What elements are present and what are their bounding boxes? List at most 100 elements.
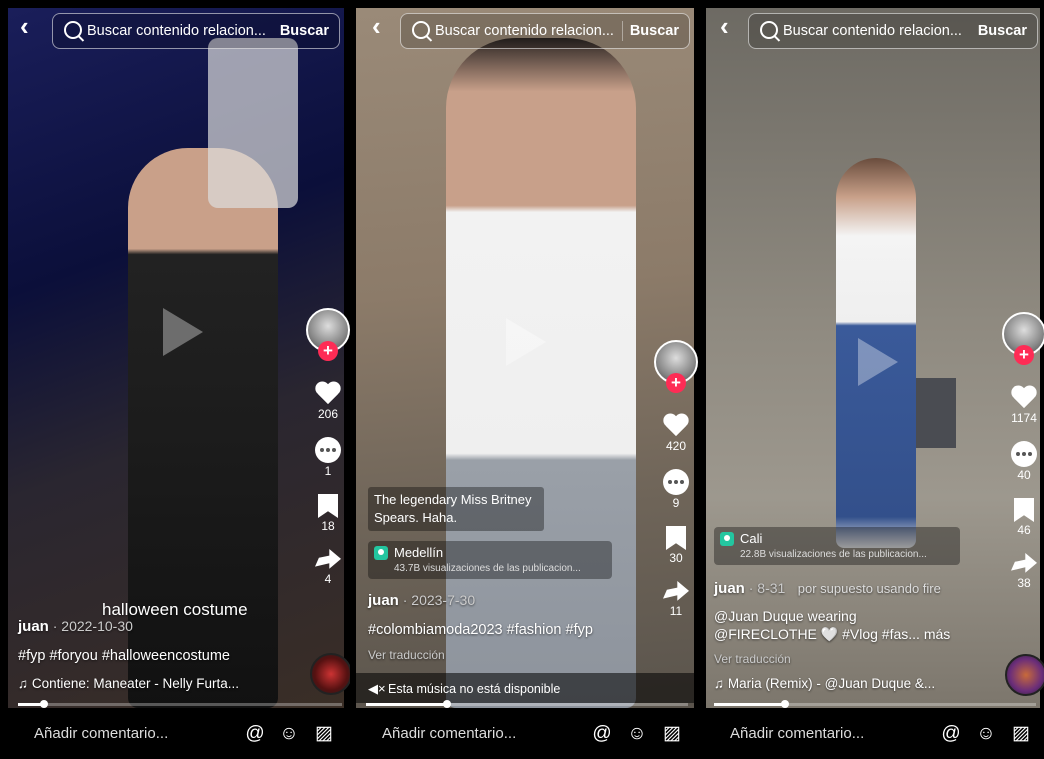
back-chevron-icon[interactable]: ‹ bbox=[372, 13, 386, 39]
comment-input[interactable]: Añadir comentario... bbox=[382, 725, 516, 742]
video-panel-1: halloween costume ‹ Buscar contenido rel… bbox=[0, 0, 350, 759]
comment-bar: Añadir comentario... @ ☺ ▨ bbox=[0, 709, 350, 759]
muted-speaker-icon: ◀× bbox=[368, 681, 386, 696]
post-date: · 8-31 bbox=[744, 580, 786, 596]
comment-input[interactable]: Añadir comentario... bbox=[730, 725, 864, 742]
follow-plus-icon[interactable]: + bbox=[318, 341, 338, 361]
location-tag[interactable]: Medellín 43.7B visualizaciones de las pu… bbox=[368, 541, 612, 579]
comment-icon[interactable] bbox=[315, 437, 341, 463]
at-icon[interactable]: @ bbox=[591, 723, 613, 745]
description-line-1[interactable]: @Juan Duque wearing bbox=[714, 608, 857, 624]
search-icon bbox=[760, 21, 778, 39]
music-bar: ◀× Esta música no está disponible bbox=[356, 673, 694, 703]
emoji-icon[interactable]: ☺ bbox=[975, 723, 997, 745]
hashtags[interactable]: #colombiamoda2023 #fashion #fyp bbox=[368, 622, 593, 638]
back-chevron-icon[interactable]: ‹ bbox=[20, 13, 34, 39]
at-icon[interactable]: @ bbox=[244, 723, 266, 745]
translate-link[interactable]: Ver traducción bbox=[368, 648, 445, 662]
heart-icon[interactable] bbox=[663, 414, 689, 438]
video-frame[interactable] bbox=[706, 8, 1040, 708]
progress-fill bbox=[366, 703, 447, 706]
location-views: 43.7B visualizaciones de las publicacion… bbox=[394, 563, 581, 574]
progress-knob[interactable] bbox=[39, 700, 48, 708]
music-disc-icon[interactable] bbox=[310, 653, 350, 695]
bookmark-icon[interactable] bbox=[1014, 498, 1034, 522]
search-input[interactable]: Buscar contenido relacion... bbox=[783, 23, 962, 39]
avatar[interactable]: + bbox=[654, 340, 698, 393]
sub-caption: por supuesto usando fire bbox=[797, 581, 941, 596]
search-bar[interactable]: Buscar contenido relacion... Buscar bbox=[52, 13, 340, 49]
emoji-icon[interactable]: ☺ bbox=[626, 723, 648, 745]
comment-icon[interactable] bbox=[1011, 441, 1037, 467]
image-icon[interactable]: ▨ bbox=[661, 723, 683, 745]
follow-plus-icon[interactable]: + bbox=[1014, 345, 1034, 365]
save-count: 18 bbox=[321, 519, 335, 533]
search-input[interactable]: Buscar contenido relacion... bbox=[435, 23, 614, 39]
video-frame[interactable]: halloween costume bbox=[8, 8, 344, 708]
bookmark-icon[interactable] bbox=[666, 526, 686, 550]
search-bar[interactable]: Buscar contenido relacion... Buscar bbox=[748, 13, 1038, 49]
play-icon bbox=[858, 338, 898, 386]
avatar[interactable]: + bbox=[1002, 312, 1044, 365]
search-icon bbox=[64, 21, 82, 39]
caption-text: The legendary Miss Britney Spears. Haha. bbox=[374, 492, 532, 525]
comment-input[interactable]: Añadir comentario... bbox=[34, 725, 168, 742]
author-line: juan · 2022-10-30 bbox=[18, 618, 133, 636]
search-input[interactable]: Buscar contenido relacion... bbox=[87, 23, 266, 39]
progress-knob[interactable] bbox=[442, 700, 451, 708]
translate-link[interactable]: Ver traducción bbox=[714, 652, 791, 666]
location-city: Cali bbox=[740, 531, 763, 546]
emoji-icon[interactable]: ☺ bbox=[278, 723, 300, 745]
follow-plus-icon[interactable]: + bbox=[666, 373, 686, 393]
share-icon[interactable] bbox=[315, 549, 341, 569]
music-label[interactable]: ♫ Maria (Remix) - @Juan Duque &... bbox=[714, 676, 935, 691]
bookmark-icon[interactable] bbox=[318, 494, 338, 518]
person-figure bbox=[128, 148, 278, 708]
save-count: 46 bbox=[1017, 523, 1031, 537]
video-panel-2: ‹ Buscar contenido relacion... Buscar + … bbox=[352, 0, 698, 759]
like-count: 1174 bbox=[1011, 411, 1037, 425]
search-button[interactable]: Buscar bbox=[630, 23, 679, 39]
progress-knob[interactable] bbox=[780, 700, 789, 708]
share-icon[interactable] bbox=[663, 581, 689, 601]
description-line-2[interactable]: @FIRECLOTHE 🤍 #Vlog #fas... más bbox=[714, 626, 950, 643]
search-button[interactable]: Buscar bbox=[280, 23, 329, 39]
heart-icon[interactable] bbox=[1011, 386, 1037, 410]
background-person bbox=[208, 38, 298, 208]
username[interactable]: juan bbox=[368, 592, 399, 609]
music-label: Esta música no está disponible bbox=[388, 682, 561, 696]
video-progress-bar[interactable] bbox=[714, 700, 1036, 708]
username[interactable]: juan bbox=[714, 580, 745, 597]
avatar[interactable]: + bbox=[306, 308, 350, 361]
like-count: 206 bbox=[317, 407, 339, 421]
at-icon[interactable]: @ bbox=[940, 723, 962, 745]
location-city: Medellín bbox=[394, 545, 444, 560]
video-panel-3: ‹ Buscar contenido relacion... Buscar + … bbox=[700, 0, 1044, 759]
location-pin-icon bbox=[720, 532, 734, 546]
hashtags[interactable]: #fyp #foryou #halloweencostume bbox=[18, 648, 230, 664]
back-chevron-icon[interactable]: ‹ bbox=[720, 13, 734, 39]
comment-icon[interactable] bbox=[663, 469, 689, 495]
location-tag[interactable]: Cali 22.8B visualizaciones de las public… bbox=[714, 527, 960, 565]
progress-fill bbox=[714, 703, 785, 706]
video-progress-bar[interactable] bbox=[18, 700, 342, 708]
username[interactable]: juan bbox=[18, 618, 49, 635]
author-line: juan · 8-31 por supuesto usando fire bbox=[714, 580, 941, 598]
image-icon[interactable]: ▨ bbox=[1010, 723, 1032, 745]
share-icon[interactable] bbox=[1011, 553, 1037, 573]
save-count: 30 bbox=[669, 551, 683, 565]
search-icon bbox=[412, 21, 430, 39]
overlay-text: halloween costume bbox=[102, 600, 248, 619]
post-date: · 2023-7-30 bbox=[398, 592, 476, 608]
play-icon bbox=[163, 308, 203, 356]
comment-bar: Añadir comentario... @ ☺ ▨ bbox=[700, 709, 1044, 759]
music-label[interactable]: ♫ Contiene: Maneater - Nelly Furta... bbox=[18, 676, 239, 691]
search-button[interactable]: Buscar bbox=[978, 23, 1027, 39]
music-disc-icon[interactable] bbox=[1005, 654, 1044, 696]
heart-icon[interactable] bbox=[315, 382, 341, 406]
location-views: 22.8B visualizaciones de las publicacion… bbox=[740, 549, 927, 560]
image-icon[interactable]: ▨ bbox=[313, 723, 335, 745]
search-bar[interactable]: Buscar contenido relacion... Buscar bbox=[400, 13, 690, 49]
share-count: 11 bbox=[669, 604, 683, 618]
video-progress-bar[interactable] bbox=[366, 700, 688, 708]
